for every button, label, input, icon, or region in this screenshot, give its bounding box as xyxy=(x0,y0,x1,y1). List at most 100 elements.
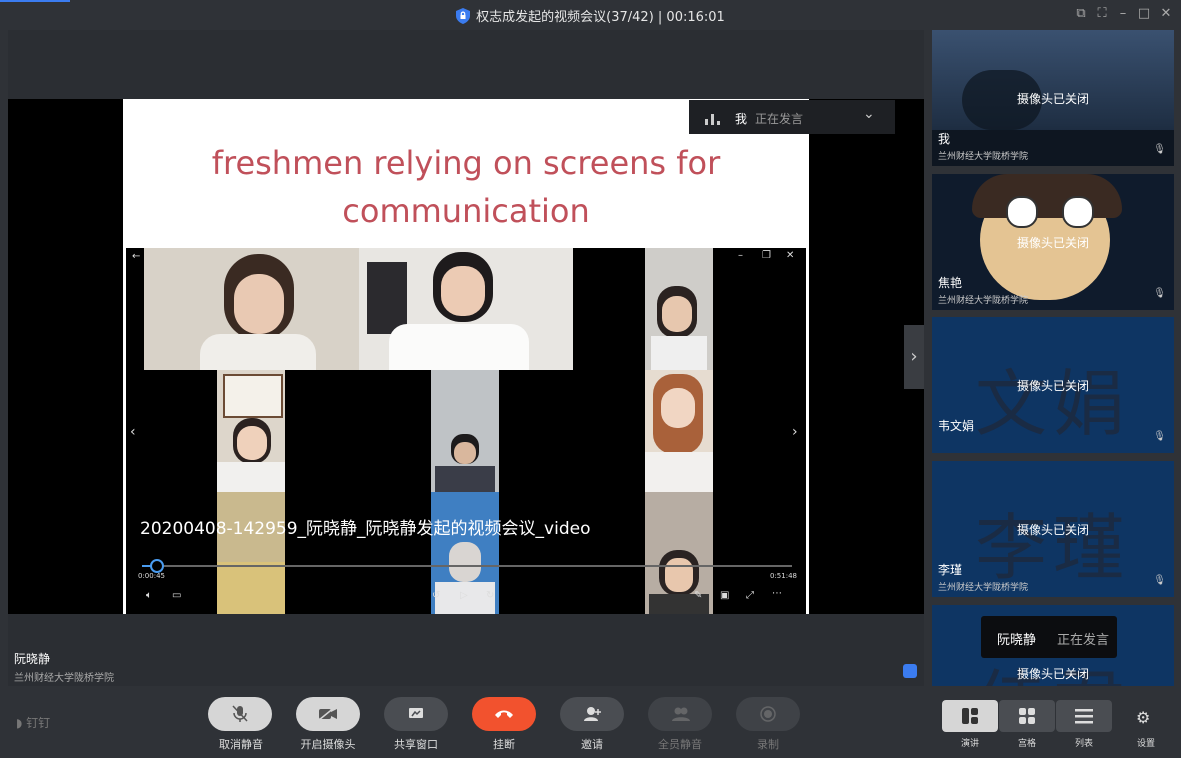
record-label: 录制 xyxy=(757,738,779,751)
participant-org: 兰州财经大学陇桥学院 xyxy=(938,583,1029,593)
fullscreen-icon[interactable]: ⛶ xyxy=(1094,6,1110,21)
unmute-button[interactable] xyxy=(208,697,272,731)
subtitles-icon[interactable]: ▭ xyxy=(172,590,181,601)
participant-name: 焦艳 xyxy=(938,276,963,290)
grid-view-label: 宫格 xyxy=(1017,739,1036,749)
video-progress-knob[interactable] xyxy=(150,559,164,573)
expand-icon[interactable]: ⤢ xyxy=(746,590,754,601)
slide-title-line2: communication xyxy=(342,192,590,230)
record-icon xyxy=(760,706,776,722)
edit-icon[interactable]: ✎ xyxy=(694,590,702,601)
video-tile-4 xyxy=(217,370,285,492)
back-arrow-icon[interactable]: ← xyxy=(132,251,140,262)
camera-off-label: 摄像头已关闭 xyxy=(1016,236,1089,250)
list-view-button[interactable] xyxy=(1056,700,1112,732)
popout-icon[interactable]: ⧉ xyxy=(1073,6,1089,21)
participant-name: 韦文娟 xyxy=(938,419,975,433)
invite-button[interactable] xyxy=(560,697,624,731)
player-close-icon[interactable]: ✕ xyxy=(786,250,794,261)
current-speaker-bar[interactable]: 我 正在发言 ⌄ xyxy=(689,100,895,134)
avatar-initials: 李瑾 xyxy=(974,506,1131,590)
shared-slide: freshmen relying on screens for communic… xyxy=(123,99,809,614)
main-speaker-name: 阮晓静 xyxy=(14,652,51,666)
window-title-text: 权志成发起的视频会议(37/42) | 00:16:01 xyxy=(476,10,725,25)
minimize-button[interactable]: – xyxy=(1115,6,1131,21)
camera-off-label: 摄像头已关闭 xyxy=(1016,379,1089,393)
camera-off-label: 摄像头已关闭 xyxy=(1016,667,1089,681)
mic-muted-icon: 🎙︎ xyxy=(1153,431,1166,442)
list-view-icon xyxy=(1075,709,1093,724)
participant-tile-1[interactable]: 摄像头已关闭 我 兰州财经大学陇桥学院 🎙︎ xyxy=(932,30,1174,166)
mic-muted-icon xyxy=(232,705,248,722)
camera-button[interactable] xyxy=(296,697,360,731)
camera-label: 开启摄像头 xyxy=(300,738,356,751)
hangup-button[interactable] xyxy=(472,697,536,731)
player-restore-icon[interactable]: ❐ xyxy=(762,250,771,261)
dingtalk-icon: ◗ xyxy=(16,716,23,730)
share-window-label: 共享窗口 xyxy=(394,738,438,751)
main-speaker-org: 兰州财经大学陇桥学院 xyxy=(14,673,114,684)
embedded-video-player[interactable]: ← – ❐ ✕ ‹ › 20200408-142959_阮晓静_阮晓静发起的视频… xyxy=(126,248,806,614)
play-icon[interactable]: ▷ xyxy=(460,590,468,601)
grid-view-button[interactable] xyxy=(999,700,1055,732)
participant-org: 兰州财经大学陇桥学院 xyxy=(938,152,1029,162)
chevron-down-icon[interactable]: ⌄ xyxy=(863,106,875,122)
participant-tile-4[interactable]: 李瑾 摄像头已关闭 李瑾 兰州财经大学陇桥学院 🎙︎ xyxy=(932,461,1174,597)
chat-badge-icon[interactable] xyxy=(903,664,917,678)
share-screen-icon xyxy=(409,708,423,718)
speaker-view-button[interactable] xyxy=(942,700,998,732)
rewind-10-icon[interactable]: ↺ xyxy=(432,590,440,601)
current-speaker-status: 正在发言 xyxy=(755,112,804,126)
forward-30-icon[interactable]: ↻ xyxy=(486,590,494,601)
more-icon[interactable]: ⋯ xyxy=(772,588,782,599)
mute-all-label: 全员静音 xyxy=(658,738,702,751)
video-time-total: 0:51:48 xyxy=(770,572,797,580)
collapse-sidebar-arrow[interactable]: › xyxy=(904,325,924,389)
invite-label: 邀请 xyxy=(581,738,603,751)
mute-all-button[interactable] xyxy=(648,697,712,731)
prev-arrow-icon[interactable]: ‹ xyxy=(130,424,136,440)
speaking-toast: 阮晓静 正在发言 xyxy=(981,616,1117,658)
window-title: 权志成发起的视频会议(37/42) | 00:16:01 xyxy=(0,6,1181,25)
video-tile-6 xyxy=(645,370,713,492)
miniplayer-icon[interactable]: ▣ xyxy=(720,590,729,601)
hangup-icon xyxy=(495,710,513,718)
shield-icon xyxy=(456,8,471,24)
video-tile-2 xyxy=(359,248,573,370)
participant-tile-3[interactable]: 文娟 摄像头已关闭 韦文娟 🎙︎ xyxy=(932,317,1174,453)
player-minimize-icon[interactable]: – xyxy=(738,250,743,261)
title-accent xyxy=(0,0,70,2)
toast-status: 正在发言 xyxy=(1057,633,1110,648)
dingtalk-logo: ◗ 钉钉 xyxy=(16,714,50,731)
share-window-button[interactable] xyxy=(384,697,448,731)
participant-org: 兰州财经大学陇桥学院 xyxy=(938,296,1029,306)
close-button[interactable]: ✕ xyxy=(1158,6,1174,21)
participant-tile-2[interactable]: 摄像头已关闭 焦艳 兰州财经大学陇桥学院 🎙︎ xyxy=(932,174,1174,310)
speaker-view-icon xyxy=(962,708,978,724)
mic-muted-icon: 🎙︎ xyxy=(1153,144,1166,155)
mute-all-icon xyxy=(672,707,690,721)
video-caption: 20200408-142959_阮晓静_阮晓静发起的视频会议_video xyxy=(140,519,591,539)
video-tile-3 xyxy=(645,248,713,370)
record-button[interactable] xyxy=(736,697,800,731)
video-tile-7 xyxy=(217,492,285,614)
video-tile-5 xyxy=(431,370,499,492)
signal-bars-icon xyxy=(705,114,720,125)
dingtalk-logo-text: 钉钉 xyxy=(26,716,51,730)
video-tile-9 xyxy=(645,492,713,614)
speaker-view-label: 演讲 xyxy=(960,739,979,749)
volume-icon[interactable]: 🔈︎ xyxy=(146,590,152,601)
next-arrow-icon[interactable]: › xyxy=(792,424,798,440)
title-bar: 权志成发起的视频会议(37/42) | 00:16:01 ⧉ ⛶ – □ ✕ xyxy=(0,0,1181,30)
settings-gear-icon[interactable]: ⚙ xyxy=(1136,708,1150,727)
bottom-toolbar: ◗ 钉钉 取消静音 开启摄像头 共享窗口 挂断 邀请 全员静音 录制 演讲 宫格… xyxy=(0,686,1181,758)
avatar-initials: 文娟 xyxy=(974,362,1131,446)
camera-off-icon xyxy=(318,707,337,721)
video-progress-track[interactable] xyxy=(142,565,792,567)
video-tile-1 xyxy=(144,248,359,370)
current-speaker-name: 我 xyxy=(735,112,748,126)
camera-off-label: 摄像头已关闭 xyxy=(1016,92,1089,106)
toast-name: 阮晓静 xyxy=(997,633,1037,648)
camera-off-label: 摄像头已关闭 xyxy=(1016,523,1089,537)
maximize-button[interactable]: □ xyxy=(1136,6,1152,21)
